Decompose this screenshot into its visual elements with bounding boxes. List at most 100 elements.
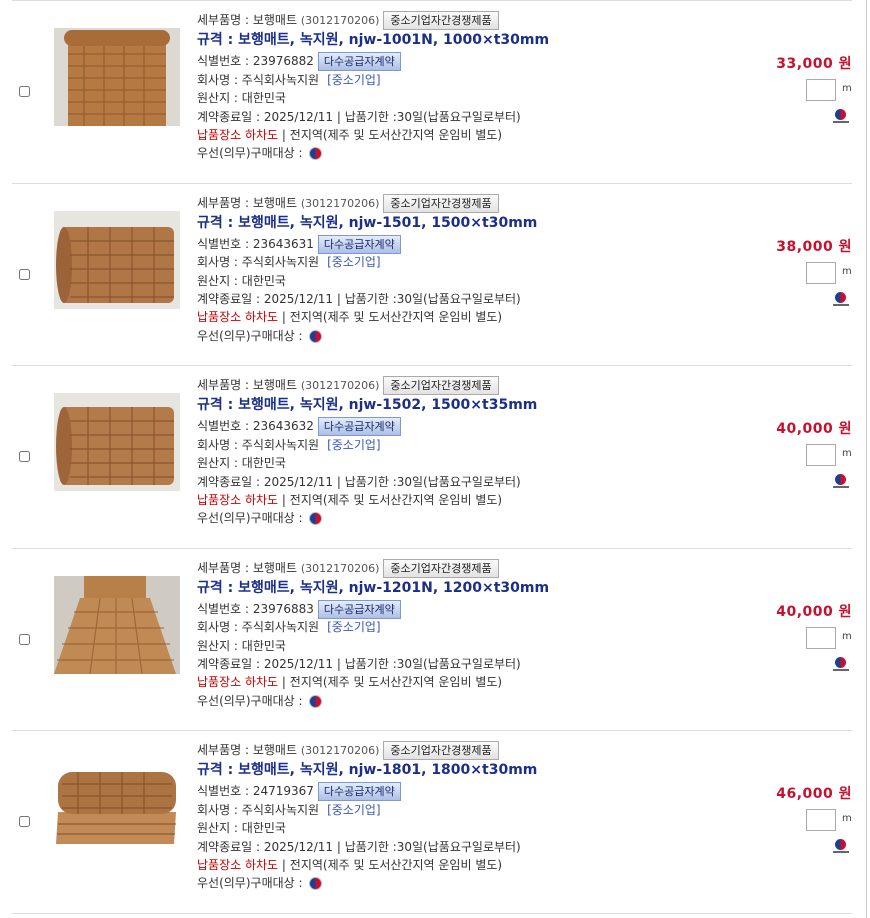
spec-value[interactable]: 보행매트, 녹지원, njw-1001N, 1000×t30mm	[238, 32, 549, 48]
company-line: 회사명 : 주식회사녹지원 [중소기업]	[197, 801, 737, 819]
product-title[interactable]: 규격 : 보행매트, 녹지원, njw-1501, 1500×t30mm	[197, 212, 737, 235]
product-info: 세부품명 : 보행매트 (3012170206) 중소기업자간경쟁제품 규격 : …	[197, 558, 737, 711]
id-line: 식별번호 : 24719367 다수공급자계약	[197, 782, 737, 802]
sme-competition-badge[interactable]: 중소기업자간경쟁제품	[383, 741, 499, 760]
multi-supplier-badge[interactable]: 다수공급자계약	[317, 52, 401, 72]
product-image[interactable]	[54, 758, 180, 856]
product-row: 세부품명 : 보행매트 (3012170206) 중소기업자간경쟁제품 규격 : …	[12, 184, 852, 366]
company-name[interactable]: 주식회사녹지원	[242, 803, 319, 817]
origin-value: 대한민국	[241, 91, 286, 106]
spec-value[interactable]: 보행매트, 녹지원, njw-1502, 1500×t35mm	[238, 397, 537, 413]
multi-supplier-badge[interactable]: 다수공급자계약	[317, 599, 401, 619]
select-checkbox[interactable]	[19, 816, 30, 827]
unit-label: m	[842, 630, 852, 642]
korea-seal-icon	[309, 329, 323, 343]
spec-value[interactable]: 보행매트, 녹지원, njw-1801, 1800×t30mm	[238, 762, 537, 778]
company-tag: [중소기업]	[327, 620, 381, 635]
delivery-term: 30일(납품요구일로부터)	[396, 657, 521, 672]
detail-name: 보행매트	[252, 13, 298, 27]
delivery-area: | 전지역(제주 및 도서산간지역 운임비 별도)	[278, 127, 503, 142]
delivery-line: 납품장소 하차도 | 전지역(제주 및 도서산간지역 운임비 별도)	[197, 491, 737, 509]
detail-name: 보행매트	[252, 743, 298, 757]
spec-label: 규격 :	[197, 762, 239, 779]
detail-name: 보행매트	[252, 560, 298, 575]
delivery-term: 30일(납품요구일로부터)	[396, 109, 521, 124]
certification-mark-icon	[833, 109, 849, 125]
detail-code: (3012170206)	[300, 196, 380, 210]
contract-line: 계약종료일 : 2025/12/11 | 납품기한 :30일(납품요구일로부터)	[197, 838, 737, 856]
company-label: 회사명 :	[197, 72, 242, 87]
spec-value[interactable]: 보행매트, 녹지원, njw-1201N, 1200×t30mm	[238, 580, 549, 596]
delivery-place-label: 납품장소 하차도	[197, 127, 279, 142]
company-name[interactable]: 주식회사녹지원	[242, 73, 319, 87]
contract-label: 계약종료일 :	[197, 474, 264, 489]
contract-line: 계약종료일 : 2025/12/11 | 납품기한 :30일(납품요구일로부터)	[197, 473, 737, 491]
company-name[interactable]: 주식회사녹지원	[242, 438, 319, 452]
id-label: 식별번호 :	[197, 784, 253, 799]
company-tag: [중소기업]	[327, 437, 381, 452]
detail-code: (3012170206)	[300, 561, 380, 575]
quantity-input[interactable]	[806, 261, 836, 284]
origin-label: 원산지 :	[197, 638, 242, 653]
select-checkbox[interactable]	[19, 451, 30, 462]
delivery-area: | 전지역(제주 및 도서산간지역 운임비 별도)	[278, 675, 503, 690]
detail-name-line: 세부품명 : 보행매트 (3012170206) 중소기업자간경쟁제품	[197, 193, 737, 213]
company-label: 회사명 :	[197, 802, 242, 817]
coir-mat-roll-icon	[54, 393, 180, 491]
company-name[interactable]: 주식회사녹지원	[242, 620, 319, 634]
contract-end: 2025/12/11	[263, 109, 334, 124]
product-title[interactable]: 규격 : 보행매트, 녹지원, njw-1801, 1800×t30mm	[197, 759, 737, 782]
origin-line: 원산지 : 대한민국	[197, 454, 737, 472]
delivery-place-label: 납품장소 하차도	[197, 857, 279, 872]
id-line: 식별번호 : 23643632 다수공급자계약	[197, 417, 737, 437]
product-title[interactable]: 규격 : 보행매트, 녹지원, njw-1502, 1500×t35mm	[197, 394, 737, 417]
delivery-term-label: | 납품기한 :	[333, 292, 397, 307]
product-image[interactable]	[54, 393, 180, 491]
quantity-input[interactable]	[806, 626, 836, 649]
price: 40,000 원	[776, 421, 852, 437]
spec-value[interactable]: 보행매트, 녹지원, njw-1501, 1500×t30mm	[238, 215, 537, 231]
select-checkbox[interactable]	[19, 633, 30, 645]
product-row: 세부품명 : 보행매트 (3012170206) 중소기업자간경쟁제품 규격 : …	[12, 549, 852, 731]
delivery-term: 30일(납품요구일로부터)	[396, 474, 521, 489]
id-number: 23976883	[252, 601, 314, 616]
delivery-line: 납품장소 하차도 | 전지역(제주 및 도서산간지역 운임비 별도)	[197, 126, 737, 144]
id-number: 24719367	[252, 784, 314, 799]
product-title[interactable]: 규격 : 보행매트, 녹지원, njw-1201N, 1200×t30mm	[197, 577, 737, 600]
product-title[interactable]: 규격 : 보행매트, 녹지원, njw-1001N, 1000×t30mm	[197, 29, 737, 52]
product-image[interactable]	[54, 210, 180, 309]
product-image[interactable]	[54, 28, 180, 126]
delivery-area: | 전지역(제주 및 도서산간지역 운임비 별도)	[278, 492, 503, 507]
id-number: 23643632	[252, 419, 314, 434]
company-name[interactable]: 주식회사녹지원	[242, 255, 319, 269]
korea-seal-icon	[309, 694, 323, 708]
multi-supplier-badge[interactable]: 다수공급자계약	[317, 234, 401, 254]
sme-competition-badge[interactable]: 중소기업자간경쟁제품	[383, 11, 499, 30]
delivery-line: 납품장소 하차도 | 전지역(제주 및 도서산간지역 운임비 별도)	[197, 673, 737, 691]
company-tag: [중소기업]	[327, 72, 381, 87]
product-image[interactable]	[54, 575, 180, 674]
certification-mark-icon	[833, 839, 849, 855]
detail-name-label: 세부품명 :	[197, 378, 253, 392]
delivery-line: 납품장소 하차도 | 전지역(제주 및 도서산간지역 운임비 별도)	[197, 308, 737, 326]
multi-supplier-badge[interactable]: 다수공급자계약	[317, 417, 401, 437]
spec-label: 규격 :	[197, 32, 239, 49]
unit-label: m	[842, 265, 852, 277]
select-checkbox[interactable]	[19, 268, 30, 280]
quantity-input[interactable]	[806, 79, 836, 101]
spec-label: 규격 :	[197, 579, 239, 596]
certification-mark-icon	[833, 474, 849, 490]
quantity-input[interactable]	[806, 809, 836, 831]
select-checkbox[interactable]	[19, 86, 30, 97]
sme-competition-badge[interactable]: 중소기업자간경쟁제품	[383, 193, 499, 213]
sme-competition-badge[interactable]: 중소기업자간경쟁제품	[383, 376, 499, 395]
detail-code: (3012170206)	[300, 14, 380, 27]
unit-label: m	[842, 448, 852, 459]
origin-label: 원산지 :	[197, 273, 242, 288]
detail-name-label: 세부품명 :	[197, 13, 253, 27]
quantity-input[interactable]	[806, 444, 836, 466]
origin-line: 원산지 : 대한민국	[197, 89, 737, 107]
multi-supplier-badge[interactable]: 다수공급자계약	[317, 782, 401, 802]
company-label: 회사명 :	[197, 437, 242, 452]
sme-competition-badge[interactable]: 중소기업자간경쟁제품	[383, 558, 499, 578]
